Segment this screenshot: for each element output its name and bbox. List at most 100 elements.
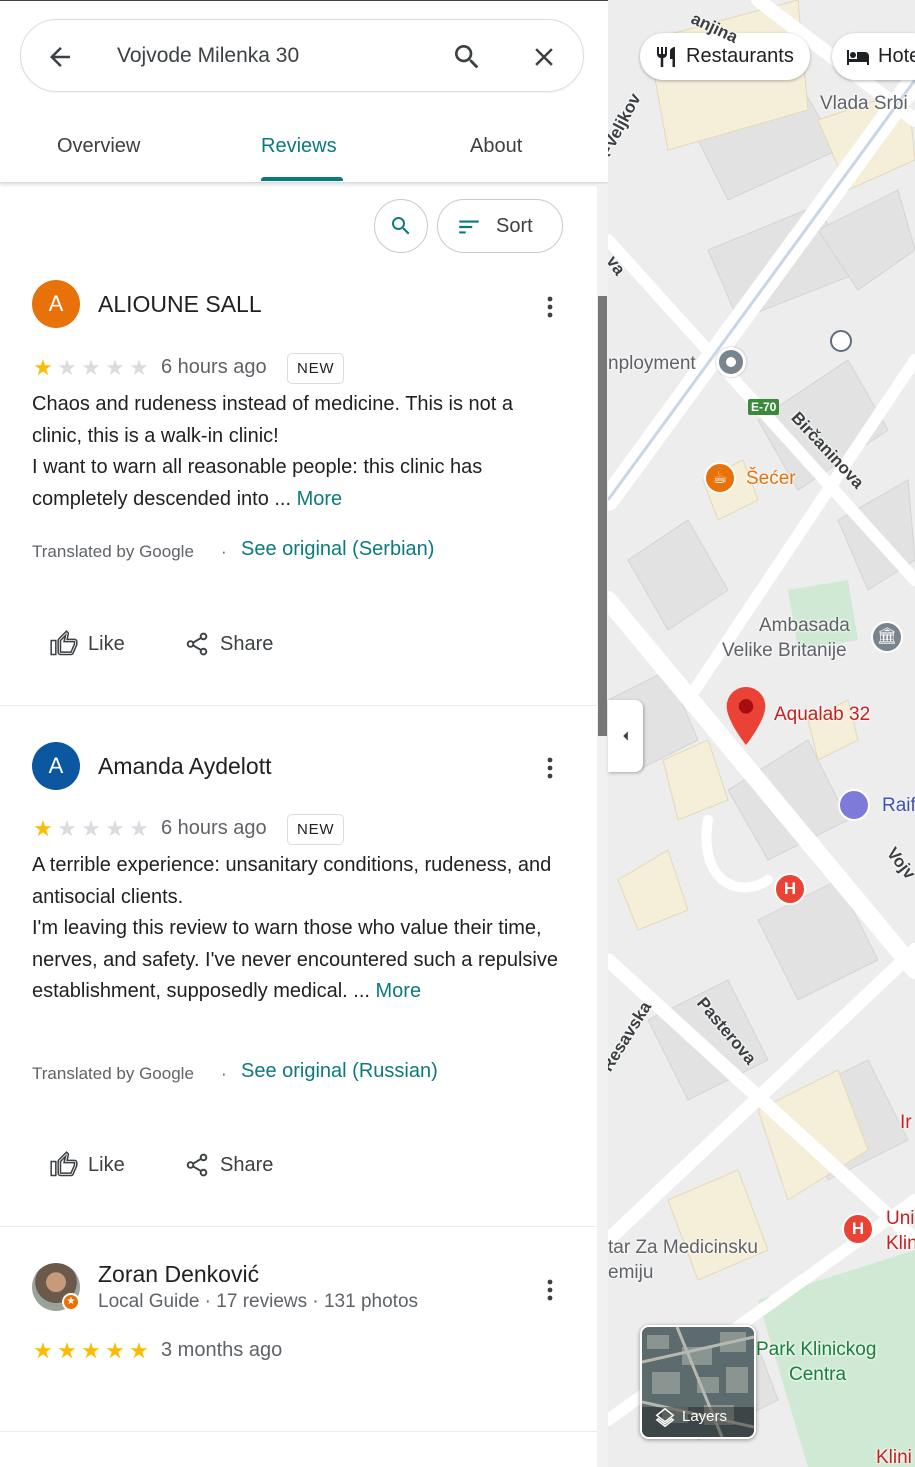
tab-bar: Overview Reviews About bbox=[0, 113, 608, 183]
share-label: Share bbox=[220, 1153, 274, 1176]
sort-icon bbox=[459, 220, 479, 234]
star-icon: ★ bbox=[33, 816, 53, 841]
map-label[interactable]: nployment bbox=[608, 353, 696, 375]
selected-place-pin-icon[interactable] bbox=[726, 687, 766, 745]
avatar[interactable]: A bbox=[32, 742, 80, 790]
layers-button[interactable]: Layers bbox=[640, 1325, 756, 1439]
like-button[interactable]: Like bbox=[50, 629, 125, 659]
fork-knife-icon bbox=[657, 46, 675, 67]
translated-note: Translated by Google bbox=[32, 1064, 194, 1083]
chip-label: Hote bbox=[878, 45, 915, 67]
more-options-icon[interactable] bbox=[540, 1276, 560, 1304]
review-author[interactable]: Amanda Aydelott bbox=[98, 753, 271, 780]
map-label[interactable]: Šećer bbox=[746, 468, 796, 490]
layers-label: Layers bbox=[682, 1408, 728, 1425]
share-button[interactable]: Share bbox=[184, 1150, 273, 1180]
map-label[interactable]: Ambasada bbox=[759, 615, 850, 637]
new-badge: NEW bbox=[287, 814, 345, 845]
share-icon bbox=[186, 1153, 208, 1177]
close-icon[interactable] bbox=[529, 42, 559, 72]
star-icon: ★ bbox=[57, 1338, 77, 1363]
review-time: 6 hours ago bbox=[161, 817, 267, 839]
review-text-body: A terrible experience: unsanitary condit… bbox=[32, 854, 558, 1002]
bed-icon bbox=[847, 49, 869, 65]
map-label[interactable]: Klin bbox=[886, 1233, 915, 1255]
map-label[interactable]: Velike Britanije bbox=[722, 640, 847, 662]
map-label[interactable]: Ir bbox=[900, 1112, 912, 1134]
see-original-link[interactable]: See original (Serbian) bbox=[241, 538, 434, 561]
star-icon: ★ bbox=[105, 355, 125, 380]
star-icon: ★ bbox=[105, 816, 125, 841]
share-button[interactable]: Share bbox=[184, 629, 273, 659]
map-label[interactable]: Centra bbox=[789, 1364, 846, 1386]
more-link[interactable]: More bbox=[297, 488, 343, 510]
review-author[interactable]: ALIOUNE SALL bbox=[98, 291, 262, 318]
highway-badge: E-70 bbox=[748, 399, 780, 415]
more-link[interactable]: More bbox=[376, 980, 422, 1002]
search-reviews-button[interactable] bbox=[374, 199, 428, 253]
star-icon: ★ bbox=[81, 1338, 101, 1363]
back-arrow-icon[interactable] bbox=[45, 42, 75, 72]
see-original-link[interactable]: See original (Russian) bbox=[241, 1060, 438, 1083]
sort-button[interactable]: Sort bbox=[437, 199, 563, 253]
review-text: Chaos and rudeness instead of medicine. … bbox=[32, 389, 567, 515]
map-label[interactable]: Klini bbox=[876, 1447, 912, 1467]
separator-dot: · bbox=[221, 1064, 227, 1083]
map-label[interactable]: Uni bbox=[886, 1208, 915, 1230]
map-label[interactable]: Raif bbox=[882, 795, 915, 817]
search-icon[interactable] bbox=[451, 41, 483, 73]
star-icon: ★ bbox=[33, 355, 53, 380]
sort-label: Sort bbox=[496, 215, 533, 237]
poi-marker-icon[interactable] bbox=[716, 347, 746, 377]
share-label: Share bbox=[220, 632, 274, 655]
review-divider bbox=[0, 705, 597, 706]
embassy-icon[interactable]: 🏛 bbox=[871, 621, 903, 653]
avatar-letter: A bbox=[48, 291, 64, 316]
layers-icon bbox=[655, 1407, 675, 1428]
chip-hotels[interactable]: Hote bbox=[832, 33, 915, 80]
bus-stop-icon[interactable] bbox=[830, 330, 852, 352]
atm-icon[interactable] bbox=[838, 789, 870, 821]
like-label: Like bbox=[88, 632, 125, 655]
tab-about[interactable]: About bbox=[470, 135, 522, 158]
search-box[interactable]: Vojvode Milenka 30 bbox=[20, 19, 584, 92]
local-guide-badge-icon: ★ bbox=[62, 1293, 80, 1311]
review-divider bbox=[0, 1431, 597, 1432]
star-rating: ★ ★ ★ ★ ★ bbox=[32, 1340, 150, 1362]
map-label[interactable]: Park Klinickog bbox=[756, 1339, 876, 1361]
map-label[interactable]: Vlada Srbi bbox=[820, 93, 908, 115]
star-icon: ★ bbox=[33, 1338, 53, 1363]
star-icon: ★ bbox=[129, 816, 149, 841]
hospital-icon[interactable]: H bbox=[774, 873, 806, 905]
star-icon: ★ bbox=[57, 816, 77, 841]
active-tab-indicator bbox=[261, 177, 343, 181]
star-rating: ★ ★ ★ ★ ★ bbox=[32, 357, 150, 379]
map-canvas[interactable]: Restaurants Hote anjina k-Veljkov va Bir… bbox=[608, 0, 915, 1467]
map-label[interactable]: Aqualab 32 bbox=[774, 704, 870, 726]
more-options-icon[interactable] bbox=[540, 293, 560, 321]
review-time: 3 months ago bbox=[161, 1339, 283, 1361]
like-label: Like bbox=[88, 1153, 125, 1176]
collapse-panel-button[interactable] bbox=[608, 700, 643, 772]
thumb-up-icon bbox=[50, 630, 78, 656]
tab-overview[interactable]: Overview bbox=[57, 135, 140, 158]
search-input[interactable]: Vojvode Milenka 30 bbox=[117, 44, 299, 68]
new-badge: NEW bbox=[287, 353, 345, 384]
avatar[interactable]: A bbox=[32, 280, 80, 328]
reviewer-stats: Local Guide · 17 reviews · 131 photos bbox=[98, 1291, 419, 1312]
more-options-icon[interactable] bbox=[540, 754, 560, 782]
thumb-up-icon bbox=[50, 1151, 78, 1177]
review-divider bbox=[0, 1226, 597, 1227]
hospital-icon[interactable]: H bbox=[842, 1213, 874, 1245]
star-icon: ★ bbox=[129, 355, 149, 380]
review-author[interactable]: Zoran Denković bbox=[98, 1261, 259, 1288]
place-panel: Vojvode Milenka 30 Overview Reviews Abou… bbox=[0, 0, 608, 1467]
tab-reviews[interactable]: Reviews bbox=[261, 135, 337, 158]
map-label[interactable]: emiju bbox=[608, 1262, 653, 1284]
star-icon: ★ bbox=[81, 355, 101, 380]
cafe-icon[interactable]: ☕ bbox=[704, 462, 736, 494]
map-label[interactable]: tar Za Medicinsku bbox=[608, 1237, 758, 1259]
scrollbar-thumb[interactable] bbox=[598, 296, 607, 736]
share-icon bbox=[186, 632, 208, 656]
like-button[interactable]: Like bbox=[50, 1150, 125, 1180]
